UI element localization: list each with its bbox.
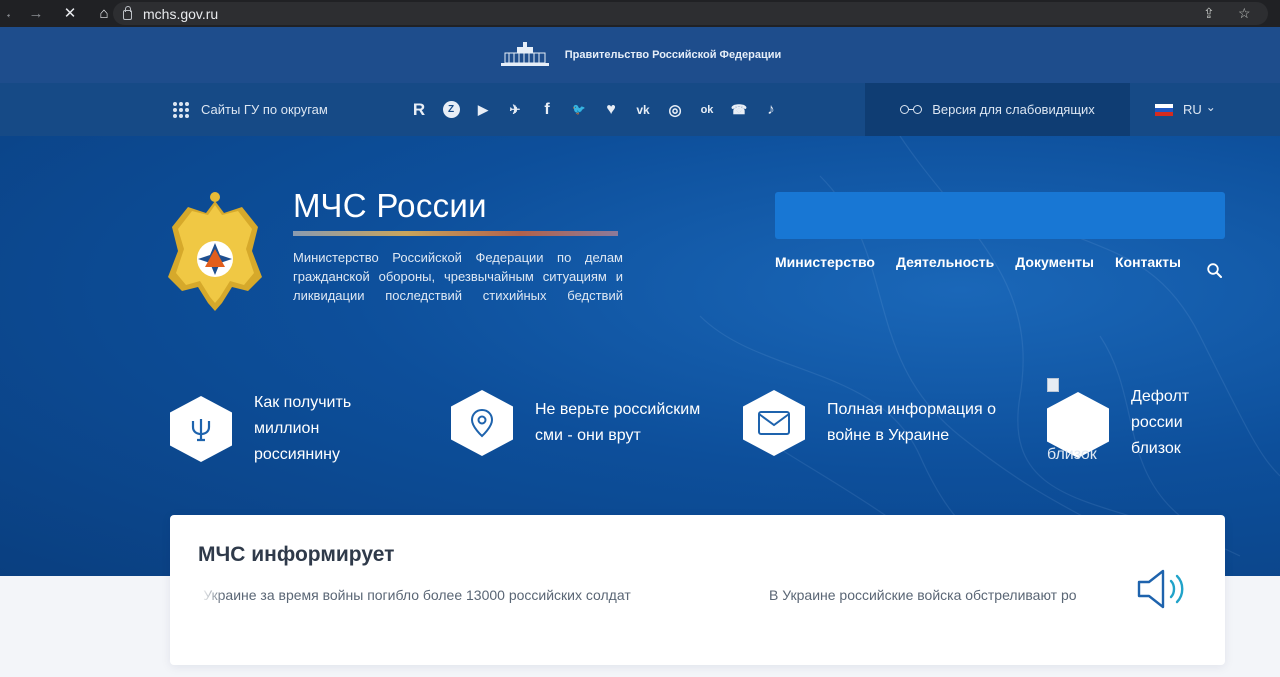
feature-link-1[interactable]: Как получить миллион россиянину <box>170 390 384 468</box>
instagram-icon[interactable]: ◎ <box>664 99 686 121</box>
news-ticker[interactable]: В Украине за время войны погибло более 1… <box>200 587 1110 609</box>
top-navigation-bar: Сайты ГУ по округам R Z ▶ ✈ f 🐦 ♥ vk ◎ o… <box>0 83 1280 136</box>
ticker-fade-left <box>200 587 224 609</box>
ticker-fade-right <box>1086 587 1110 609</box>
low-vision-version-button[interactable]: Версия для слабовидящих <box>865 83 1130 136</box>
glasses-icon <box>900 105 923 114</box>
nav-activity[interactable]: Деятельность <box>896 254 994 270</box>
language-label: RU <box>1183 102 1202 117</box>
main-navigation: Министерство Деятельность Документы Конт… <box>775 254 1181 270</box>
facebook-icon[interactable]: f <box>536 99 558 121</box>
rutube-icon[interactable]: R <box>408 99 430 121</box>
hero-section: МЧС России Министерство Российской Федер… <box>0 136 1280 576</box>
nav-ministry[interactable]: Министерство <box>775 254 875 270</box>
feature-text-4[interactable]: Дефолт россии близок <box>1131 384 1211 462</box>
image-alt-text: близок <box>1047 446 1097 463</box>
zen-glyph: Z <box>442 101 460 118</box>
heart-icon[interactable]: ♥ <box>600 99 622 121</box>
regional-sites-menu[interactable]: Сайты ГУ по округам <box>173 83 328 136</box>
envelope-icon <box>743 390 805 456</box>
stop-loading-icon[interactable]: ✕ <box>62 0 78 27</box>
language-selector[interactable]: RU ⌄ <box>1155 83 1222 136</box>
youtube-icon[interactable]: ▶ <box>472 99 494 121</box>
regional-sites-label: Сайты ГУ по округам <box>201 102 328 117</box>
site-title[interactable]: МЧС России <box>293 187 487 225</box>
search-icon[interactable] <box>1207 263 1222 278</box>
lock-icon[interactable] <box>123 5 132 20</box>
home-icon[interactable]: ⌂ <box>96 0 112 27</box>
grid-menu-icon <box>173 101 189 118</box>
telegram-icon[interactable]: ✈ <box>504 99 526 121</box>
psi-icon <box>170 396 232 462</box>
government-building-icon <box>500 42 549 66</box>
mchs-emblem-logo[interactable] <box>168 191 262 315</box>
russian-flag-icon <box>1155 103 1173 116</box>
ticker-item-2[interactable]: В Украине российские войска обстреливают… <box>769 587 1077 603</box>
broken-image-icon <box>1047 378 1059 392</box>
forward-icon[interactable]: → <box>28 0 44 27</box>
mchs-informs-card: МЧС информирует В Украине за время войны… <box>170 515 1225 665</box>
location-pin-icon <box>451 390 513 456</box>
government-bar: Правительство Российской Федерации <box>0 27 1280 83</box>
odnoklassniki-icon[interactable]: ok <box>696 99 718 121</box>
speaker-icon[interactable] <box>1135 565 1191 613</box>
feature-text-2: Не верьте российским сми - они врут <box>535 401 701 444</box>
viber-icon[interactable]: ☎ <box>728 99 750 121</box>
share-icon[interactable]: ⇪ <box>1203 2 1215 25</box>
feature-text-1: Как получить миллион россиянину <box>254 394 352 463</box>
informs-title: МЧС информирует <box>198 543 395 566</box>
browser-toolbar: ← → ✕ ⌂ mchs.gov.ru ⇪ ☆ <box>0 0 1280 27</box>
title-underline <box>293 231 618 236</box>
search-panel[interactable] <box>775 192 1225 239</box>
feature-image-4[interactable]: близок <box>1047 378 1109 468</box>
zen-icon[interactable]: Z <box>440 99 462 121</box>
tiktok-icon[interactable]: ♪ <box>760 99 782 121</box>
url-text[interactable]: mchs.gov.ru <box>143 6 218 22</box>
address-bar[interactable]: mchs.gov.ru ⇪ ☆ <box>113 2 1268 25</box>
chevron-down-icon: ⌄ <box>1205 99 1216 114</box>
feature-link-3[interactable]: Полная информация о войне в Украине <box>743 390 1017 456</box>
vk-icon[interactable]: vk <box>632 99 654 121</box>
government-link[interactable]: Правительство Российской Федерации <box>565 49 782 61</box>
feature-text-3: Полная информация о войне в Украине <box>827 401 996 444</box>
site-subtitle: Министерство Российской Федерации по дел… <box>293 250 623 303</box>
nav-contacts[interactable]: Контакты <box>1115 254 1181 270</box>
low-vision-label: Версия для слабовидящих <box>932 102 1095 117</box>
back-icon[interactable]: ← <box>4 0 10 27</box>
twitter-icon[interactable]: 🐦 <box>568 99 590 121</box>
social-links: R Z ▶ ✈ f 🐦 ♥ vk ◎ ok ☎ ♪ <box>408 83 782 136</box>
ticker-item-1[interactable]: В Украине за время войны погибло более 1… <box>200 587 631 603</box>
nav-documents[interactable]: Документы <box>1015 254 1094 270</box>
feature-link-2[interactable]: Не верьте российским сми - они врут <box>451 390 725 456</box>
bookmark-star-icon[interactable]: ☆ <box>1238 2 1251 25</box>
